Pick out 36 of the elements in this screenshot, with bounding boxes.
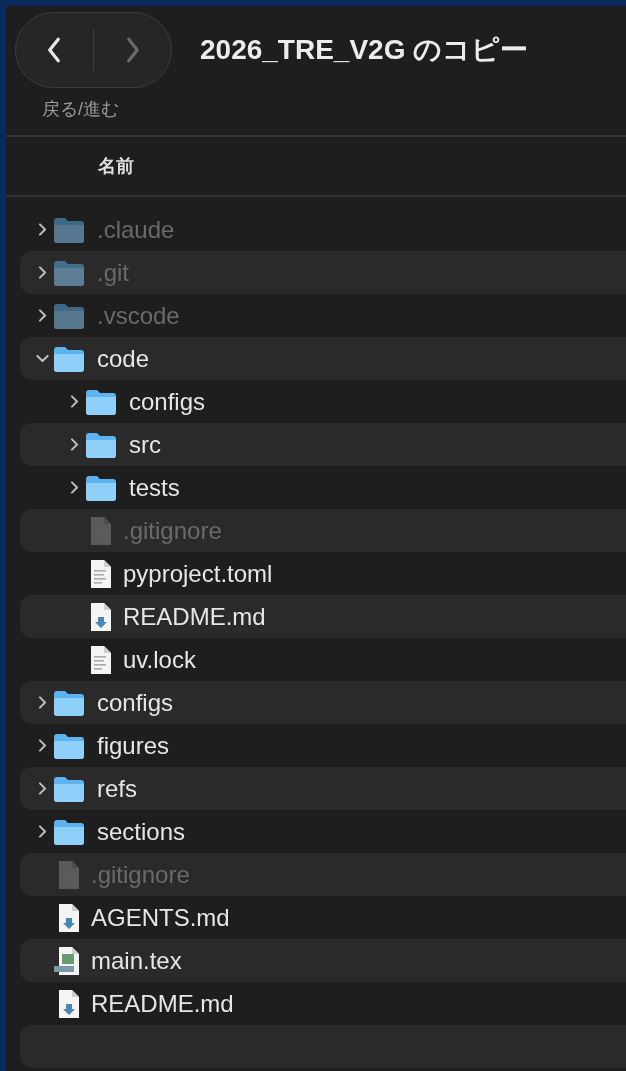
file-name: configs bbox=[97, 690, 174, 715]
file-name: README.md bbox=[123, 604, 266, 629]
file-row[interactable]: configs bbox=[20, 380, 626, 423]
file-row[interactable]: README.md bbox=[20, 982, 626, 1025]
navigation-caption: 戻る/進む bbox=[42, 99, 119, 119]
file-row[interactable]: pyproject.toml bbox=[20, 552, 626, 595]
file-name: configs bbox=[129, 389, 206, 414]
file-name: tests bbox=[129, 475, 180, 500]
window-title: 2026_TRE_V2G のコピー bbox=[200, 33, 529, 67]
file-name: .claude bbox=[97, 217, 175, 242]
file-row[interactable]: main.tex bbox=[20, 939, 626, 982]
file-name: refs bbox=[97, 776, 137, 801]
file-name: pyproject.toml bbox=[123, 561, 273, 586]
file-row[interactable]: AGENTS.md bbox=[20, 896, 626, 939]
file-name: AGENTS.md bbox=[91, 905, 230, 930]
file-row[interactable]: sections bbox=[20, 810, 626, 853]
file-name: code bbox=[97, 346, 150, 371]
file-name: .git bbox=[97, 260, 129, 285]
file-row[interactable]: README.md bbox=[20, 595, 626, 638]
file-row[interactable]: src bbox=[20, 423, 626, 466]
column-header[interactable]: 名前 bbox=[98, 152, 134, 180]
file-name: src bbox=[129, 432, 161, 457]
file-name: README.md bbox=[91, 991, 234, 1016]
file-row[interactable]: figures bbox=[20, 724, 626, 767]
file-name: .gitignore bbox=[91, 862, 190, 887]
file-name: .gitignore bbox=[123, 518, 222, 543]
file-row[interactable]: configs bbox=[20, 681, 626, 724]
file-row[interactable]: uv.lock bbox=[20, 638, 626, 681]
file-name: .vscode bbox=[97, 303, 180, 328]
file-row[interactable]: code bbox=[20, 337, 626, 380]
file-row[interactable]: tests bbox=[20, 466, 626, 509]
file-name: main.tex bbox=[91, 948, 182, 973]
file-name: sections bbox=[97, 819, 186, 844]
file-name: figures bbox=[97, 733, 170, 758]
file-row[interactable]: refs bbox=[20, 767, 626, 810]
file-name: uv.lock bbox=[123, 647, 196, 672]
